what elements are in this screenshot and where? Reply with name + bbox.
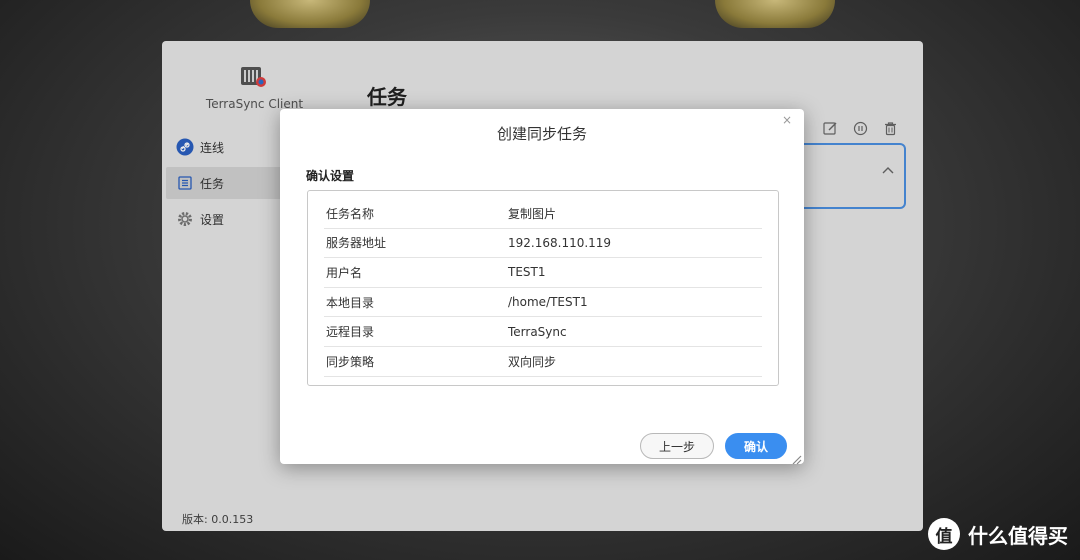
sidebar-item-label: 连线 [200, 140, 225, 155]
summary-key: 用户名 [326, 265, 363, 280]
version-label: 版本: 0.0.153 [182, 513, 254, 526]
background-decoration [250, 0, 370, 28]
summary-row-server-address: 服务器地址 192.168.110.119 [324, 229, 762, 259]
task-list-icon [176, 174, 194, 192]
watermark: 值 什么值得买 [928, 518, 1068, 550]
summary-key: 同步策略 [326, 354, 375, 369]
summary-row-sync-policy: 同步策略 双向同步 [324, 347, 762, 377]
summary-key: 任务名称 [326, 206, 375, 221]
summary-value: 192.168.110.119 [508, 235, 612, 250]
app-logo-icon [240, 65, 266, 89]
previous-step-button[interactable]: 上一步 [640, 433, 714, 459]
summary-value: TEST1 [508, 265, 546, 280]
chevron-up-icon[interactable] [882, 159, 894, 178]
edit-icon[interactable] [821, 119, 839, 137]
resize-handle-icon[interactable] [790, 450, 802, 465]
summary-row-username: 用户名 TEST1 [324, 258, 762, 288]
background-decoration [715, 0, 835, 28]
section-title: 确认设置 [306, 169, 355, 183]
watermark-badge: 值 [928, 518, 960, 550]
summary-value: TerraSync [508, 324, 567, 339]
summary-row-remote-dir: 远程目录 TerraSync [324, 317, 762, 347]
sidebar-item-settings[interactable]: 设置 [166, 203, 284, 235]
watermark-text: 什么值得买 [968, 523, 1068, 548]
create-sync-task-dialog: × 创建同步任务 确认设置 任务名称 复制图片 服务器地址 192.168.11… [280, 109, 804, 465]
summary-value: 复制图片 [508, 206, 557, 221]
summary-key: 本地目录 [326, 295, 375, 310]
summary-value: 双向同步 [508, 354, 557, 369]
sidebar-item-tasks[interactable]: 任务 [166, 167, 284, 199]
sidebar-item-connection[interactable]: 连线 [166, 131, 284, 163]
summary-value: /home/TEST1 [508, 295, 588, 310]
sidebar-item-label: 任务 [200, 176, 225, 191]
summary-key: 远程目录 [326, 325, 375, 340]
summary-row-task-name: 任务名称 复制图片 [324, 199, 762, 229]
pause-icon[interactable] [851, 119, 869, 137]
sidebar: 连线 任务 设置 [166, 131, 284, 239]
page-title: 任务 [367, 85, 407, 109]
sidebar-item-label: 设置 [200, 212, 225, 227]
summary-row-local-dir: 本地目录 /home/TEST1 [324, 288, 762, 318]
gear-icon [176, 210, 194, 228]
settings-summary: 任务名称 复制图片 服务器地址 192.168.110.119 用户名 TEST… [307, 190, 779, 386]
summary-key: 服务器地址 [326, 236, 387, 251]
dialog-title: 创建同步任务 [496, 125, 587, 143]
task-toolbar [821, 119, 899, 137]
trash-icon[interactable] [881, 119, 899, 137]
task-card[interactable] [802, 143, 906, 209]
confirm-button[interactable]: 确认 [725, 433, 787, 459]
link-icon [176, 138, 194, 156]
